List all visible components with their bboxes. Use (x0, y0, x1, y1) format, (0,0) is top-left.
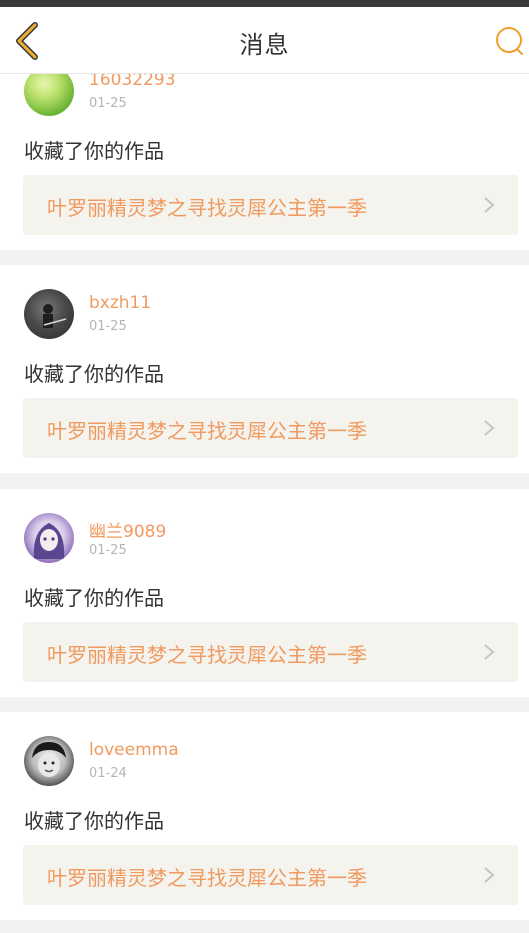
search-icon (496, 27, 523, 55)
avatar-face-icon (32, 742, 66, 777)
action-text: 收藏了你的作品 (24, 139, 164, 163)
work-link[interactable]: 叶罗丽精灵梦之寻找灵犀公主第一季 (23, 175, 518, 235)
work-title: 叶罗丽精灵梦之寻找灵犀公主第一季 (47, 866, 367, 890)
message-card: loveemma 01-24 收藏了你的作品 叶罗丽精灵梦之寻找灵犀公主第一季 (0, 712, 529, 920)
page-title: 消息 (239, 31, 290, 59)
message-date: 01-25 (89, 319, 127, 334)
work-link[interactable]: 叶罗丽精灵梦之寻找灵犀公主第一季 (23, 845, 518, 905)
chevron-right-icon (484, 420, 495, 436)
work-link[interactable]: 叶罗丽精灵梦之寻找灵犀公主第一季 (23, 622, 518, 682)
status-bar (0, 0, 529, 7)
chevron-right-icon (484, 644, 495, 660)
avatar-anime-girl-icon (33, 523, 65, 559)
username-link[interactable]: 幽兰9089 (89, 517, 166, 542)
username-link[interactable]: loveemma (89, 740, 179, 760)
action-text: 收藏了你的作品 (24, 362, 164, 386)
message-date: 01-24 (89, 766, 127, 781)
action-text: 收藏了你的作品 (24, 809, 164, 833)
username-link[interactable]: bxzh11 (89, 293, 151, 313)
work-title: 叶罗丽精灵梦之寻找灵犀公主第一季 (47, 419, 367, 443)
message-card: bxzh11 01-25 收藏了你的作品 叶罗丽精灵梦之寻找灵犀公主第一季 (0, 265, 529, 473)
work-link[interactable]: 叶罗丽精灵梦之寻找灵犀公主第一季 (23, 398, 518, 458)
avatar-figure-icon (43, 304, 67, 328)
avatar[interactable] (24, 513, 74, 563)
search-button[interactable] (492, 23, 526, 57)
chevron-right-icon (484, 867, 495, 883)
message-card: 幽兰9089 01-25 收藏了你的作品 叶罗丽精灵梦之寻找灵犀公主第一季 (0, 489, 529, 697)
message-date: 01-25 (89, 96, 127, 111)
action-text: 收藏了你的作品 (24, 586, 164, 610)
work-title: 叶罗丽精灵梦之寻找灵犀公主第一季 (47, 196, 367, 220)
work-title: 叶罗丽精灵梦之寻找灵犀公主第一季 (47, 643, 367, 667)
chevron-right-icon (484, 197, 495, 213)
top-bar: 消息 (0, 7, 529, 74)
message-date: 01-25 (89, 543, 127, 558)
avatar[interactable] (24, 736, 74, 786)
avatar[interactable] (24, 289, 74, 339)
